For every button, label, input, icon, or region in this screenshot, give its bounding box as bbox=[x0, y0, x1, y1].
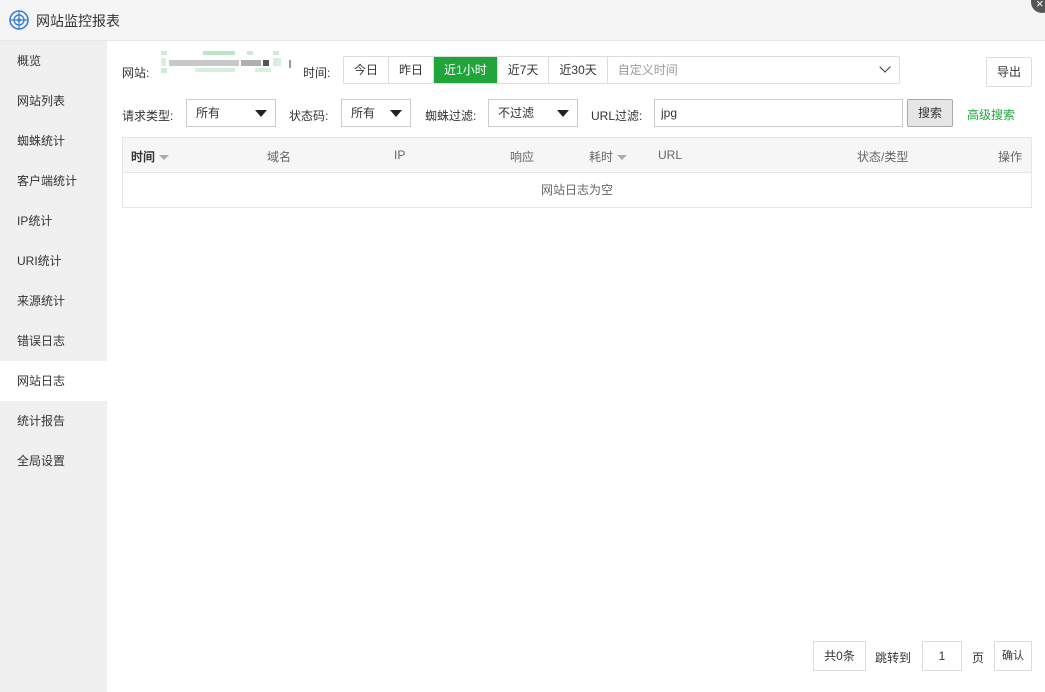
status-code-value: 所有 bbox=[351, 106, 376, 120]
time-label: 时间: bbox=[303, 66, 331, 80]
sidebar-item-client-stats[interactable]: 客户端统计 bbox=[0, 161, 107, 201]
time-option-last-30-days[interactable]: 近30天 bbox=[549, 57, 608, 83]
status-code-select[interactable]: 所有 bbox=[341, 99, 411, 127]
sidebar-item-error-log[interactable]: 错误日志 bbox=[0, 321, 107, 361]
sidebar-item-site-list[interactable]: 网站列表 bbox=[0, 81, 107, 121]
column-header-actions: 操作 bbox=[998, 150, 1023, 164]
monitor-logo-icon bbox=[9, 10, 29, 30]
url-filter-label: URL过滤: bbox=[591, 109, 643, 123]
pagination-page-unit: 页 bbox=[972, 651, 985, 665]
time-range-group: 今日 昨日 近1小时 近7天 近30天 自定义时间 bbox=[343, 56, 900, 84]
custom-time-placeholder: 自定义时间 bbox=[617, 63, 678, 77]
column-header-duration[interactable]: 耗时 bbox=[589, 148, 628, 165]
advanced-search-link[interactable]: 高级搜索 bbox=[967, 106, 1015, 123]
caret-down-icon bbox=[255, 110, 267, 117]
sidebar-item-ip-stats[interactable]: IP统计 bbox=[0, 201, 107, 241]
window-titlebar: 网站监控报表 bbox=[0, 0, 1045, 41]
column-header-time[interactable]: 时间 bbox=[131, 148, 170, 165]
export-button[interactable]: 导出 bbox=[986, 57, 1032, 87]
caret-down-icon bbox=[390, 110, 402, 117]
sort-down-icon bbox=[617, 155, 628, 161]
spider-filter-value: 不过滤 bbox=[498, 106, 535, 120]
search-button[interactable]: 搜索 bbox=[907, 99, 953, 127]
site-log-table: 时间 域名 IP 响应 耗时 URL 状态/类型 操作 网站日志为空 bbox=[122, 137, 1032, 208]
caret-down-icon bbox=[557, 110, 569, 117]
custom-time-select[interactable]: 自定义时间 bbox=[608, 57, 899, 83]
window-title: 网站监控报表 bbox=[36, 13, 120, 29]
status-code-label: 状态码: bbox=[289, 109, 329, 123]
column-header-ip: IP bbox=[394, 148, 406, 162]
request-type-value: 所有 bbox=[196, 106, 221, 120]
spider-filter-select[interactable]: 不过滤 bbox=[488, 99, 578, 127]
column-header-status-type: 状态/类型 bbox=[857, 150, 909, 164]
time-option-last-7-days[interactable]: 近7天 bbox=[497, 57, 550, 83]
url-filter-input[interactable] bbox=[654, 99, 903, 127]
request-type-label: 请求类型: bbox=[122, 109, 174, 123]
sidebar: 概览 网站列表 蜘蛛统计 客户端统计 IP统计 URI统计 来源统计 错误日志 … bbox=[0, 41, 107, 692]
time-option-today[interactable]: 今日 bbox=[344, 57, 390, 83]
pagination-page-input[interactable] bbox=[922, 641, 962, 671]
table-empty-message: 网站日志为空 bbox=[540, 183, 613, 197]
site-label: 网站: bbox=[122, 66, 150, 80]
time-option-yesterday[interactable]: 昨日 bbox=[389, 57, 435, 83]
request-type-select[interactable]: 所有 bbox=[186, 99, 276, 127]
spider-filter-label: 蜘蛛过滤: bbox=[425, 109, 477, 123]
pagination-jump-label: 跳转到 bbox=[875, 651, 912, 665]
sidebar-item-site-log[interactable]: 网站日志 bbox=[0, 361, 107, 401]
table-header: 时间 域名 IP 响应 耗时 URL 状态/类型 操作 bbox=[123, 138, 1031, 173]
sidebar-item-global-settings[interactable]: 全局设置 bbox=[0, 441, 107, 481]
pagination-confirm-button[interactable]: 确认 bbox=[994, 641, 1032, 671]
column-header-response: 响应 bbox=[510, 150, 535, 164]
sidebar-item-stats-report[interactable]: 统计报告 bbox=[0, 401, 107, 441]
sidebar-item-spider-stats[interactable]: 蜘蛛统计 bbox=[0, 121, 107, 161]
sidebar-item-source-stats[interactable]: 来源统计 bbox=[0, 281, 107, 321]
sidebar-item-overview[interactable]: 概览 bbox=[0, 41, 107, 81]
sort-down-icon bbox=[159, 155, 170, 161]
time-option-last-hour[interactable]: 近1小时 bbox=[434, 57, 498, 83]
sidebar-item-uri-stats[interactable]: URI统计 bbox=[0, 241, 107, 281]
column-header-domain: 域名 bbox=[267, 150, 292, 164]
site-selector-blurred[interactable] bbox=[155, 51, 297, 73]
column-header-url: URL bbox=[658, 148, 683, 162]
pagination-total: 共0条 bbox=[813, 641, 866, 671]
chevron-down-icon bbox=[879, 61, 891, 73]
main-panel: 网站: 时间: 今日 昨日 近1小时 近7天 近30天 自定义时间 导出 请求类… bbox=[107, 41, 1045, 692]
